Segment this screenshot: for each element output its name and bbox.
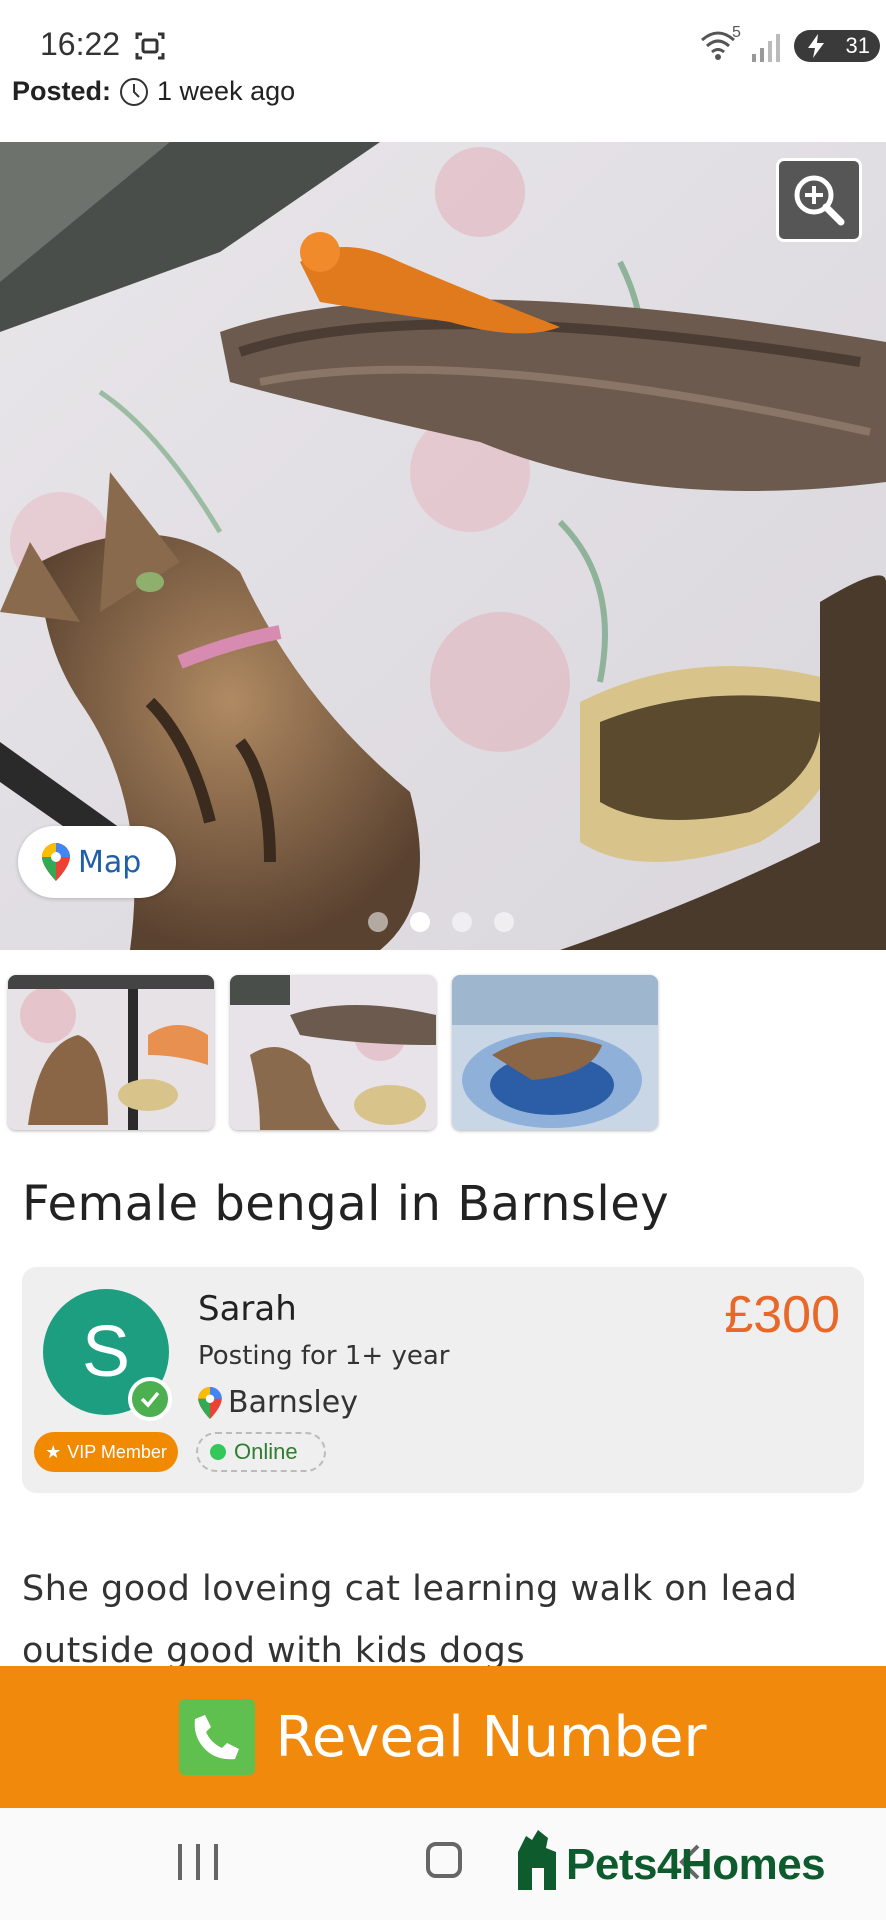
status-icons: 5 31: [646, 24, 886, 64]
recent-apps-button[interactable]: [178, 1844, 218, 1880]
listing-price: £300: [724, 1286, 840, 1344]
status-time: 16:22: [40, 26, 121, 62]
vip-label: VIP Member: [67, 1441, 167, 1462]
seller-posting-duration: Posting for 1+ year: [198, 1341, 450, 1371]
charging-bolt-icon: [808, 34, 824, 58]
verified-badge: [128, 1377, 172, 1421]
zoom-in-icon: [794, 175, 845, 226]
thumbnail-strip: [8, 975, 658, 1130]
star-icon: ★: [45, 1441, 62, 1462]
battery-indicator: 31: [794, 30, 880, 62]
pets4homes-logo: Pets4Homes: [512, 1826, 826, 1890]
reveal-number-button[interactable]: Reveal Number: [0, 1666, 886, 1808]
wifi-badge: 5: [732, 24, 741, 41]
pets4homes-logo-icon: [518, 1830, 556, 1890]
map-pin-icon: [198, 1386, 222, 1419]
seller-location-label: Barnsley: [228, 1385, 358, 1420]
carousel-dot[interactable]: [494, 912, 514, 932]
posted-value: 1 week ago: [157, 76, 296, 106]
main-listing-photo[interactable]: Map: [0, 142, 886, 950]
posted-label: Posted:: [12, 76, 112, 106]
posted-row: Posted: 1 week ago: [12, 76, 295, 107]
signal-icon: [752, 34, 780, 62]
map-label: Map: [78, 844, 142, 880]
carousel-dot[interactable]: [368, 912, 388, 932]
carousel-dot[interactable]: [452, 912, 472, 932]
thumbnail-1[interactable]: [8, 975, 214, 1130]
listing-title: Female bengal in Barnsley: [22, 1176, 670, 1232]
thumbnail-image: [230, 975, 436, 1130]
seller-name: Sarah: [198, 1289, 297, 1329]
map-pin-icon: [42, 843, 70, 881]
thumbnail-2[interactable]: [230, 975, 436, 1130]
system-nav-bar: Pets4Homes: [0, 1808, 886, 1920]
seller-card[interactable]: S ★ VIP Member Sarah Posting for 1+ year…: [22, 1267, 864, 1493]
online-label: Online: [234, 1439, 298, 1464]
check-icon: [140, 1391, 160, 1408]
phone-icon-box: [179, 1699, 256, 1775]
carousel-dot-active[interactable]: [410, 912, 430, 932]
zoom-button[interactable]: [776, 158, 862, 242]
phone-icon: [195, 1715, 240, 1760]
thumbnail-3[interactable]: [452, 975, 658, 1130]
vip-badge: ★ VIP Member: [34, 1432, 178, 1472]
carousel-dots: [368, 912, 514, 932]
online-status-badge: Online: [196, 1432, 326, 1472]
listing-description: She good loveing cat learning walk on le…: [22, 1569, 798, 1671]
home-button[interactable]: [426, 1842, 462, 1878]
thumbnail-image: [452, 975, 658, 1130]
brand-name: Pets4Homes: [566, 1840, 826, 1889]
map-button[interactable]: Map: [18, 826, 176, 898]
battery-level: 31: [845, 33, 870, 58]
screenshot-icon: [135, 32, 165, 60]
thumbnail-image: [8, 975, 214, 1130]
reveal-number-label: Reveal Number: [275, 1704, 707, 1770]
online-dot: [210, 1444, 226, 1460]
clock-icon: [120, 77, 149, 106]
seller-location: Barnsley: [198, 1385, 358, 1420]
